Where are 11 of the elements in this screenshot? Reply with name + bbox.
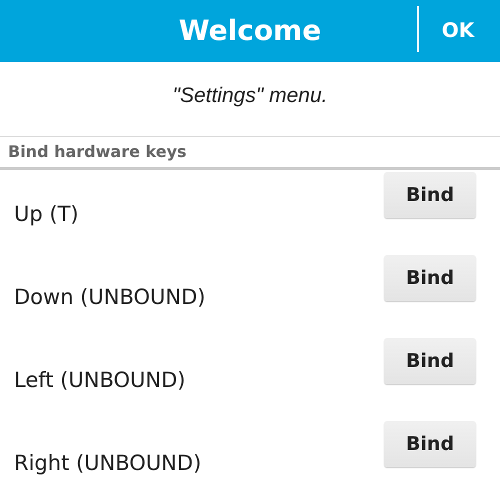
info-text: "Settings" menu. (172, 83, 328, 109)
key-label: Left (UNBOUND) (14, 368, 186, 392)
key-label: Down (UNBOUND) (14, 284, 206, 308)
section-header: Bind hardware keys (0, 136, 500, 170)
bind-button[interactable]: Bind (384, 338, 476, 384)
window-title: Welcome (178, 14, 322, 48)
key-label: Up (T) (14, 202, 79, 226)
bind-button[interactable]: Bind (384, 420, 476, 466)
key-label: Right (UNBOUND) (14, 450, 202, 474)
bind-button[interactable]: Bind (384, 254, 476, 300)
bind-button[interactable]: Bind (384, 172, 476, 218)
